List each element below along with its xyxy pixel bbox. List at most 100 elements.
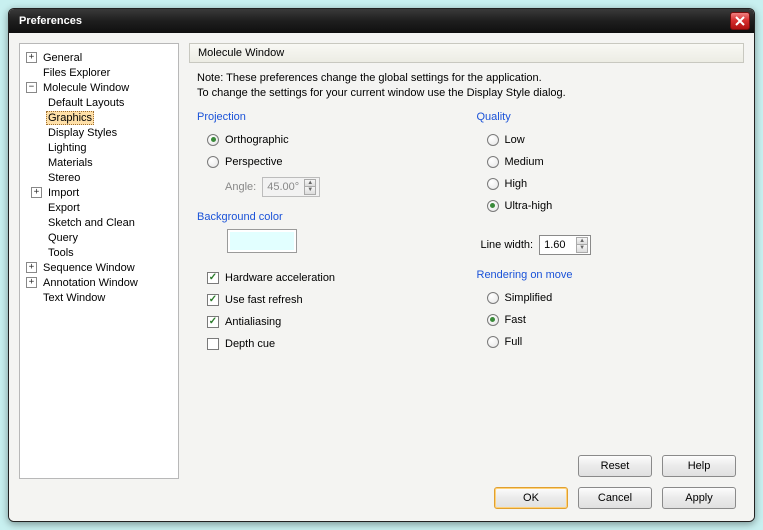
check-label: Depth cue [225,338,275,350]
radio-icon[interactable] [487,178,499,190]
radio-render-full[interactable]: Full [477,331,737,353]
spin-up-icon[interactable]: ▲ [576,237,588,245]
group-linewidth: Line width: 1.60 ▲ ▼ [477,231,737,255]
group-title-render-move: Rendering on move [477,269,737,281]
spin-down-icon: ▼ [304,187,316,195]
main-row: +General Files Explorer −Molecule Window… [9,33,754,479]
radio-icon[interactable] [487,134,499,146]
tree-item-sequence-window[interactable]: +Sequence Window [22,260,176,275]
right-column: Quality Low Medium High [477,111,737,449]
radio-label: Orthographic [225,134,289,146]
radio-icon[interactable] [207,134,219,146]
check-label: Antialiasing [225,316,281,328]
tree-item-molecule-window[interactable]: −Molecule Window [22,80,176,95]
client-area: +General Files Explorer −Molecule Window… [9,33,754,521]
cancel-button[interactable]: Cancel [578,487,652,509]
close-icon [735,16,745,26]
background-color-swatch[interactable] [227,229,297,253]
tree-item-text-window[interactable]: Text Window [22,290,176,305]
group-title-projection: Projection [197,111,457,123]
tree-item-materials[interactable]: Materials [46,155,176,170]
radio-icon[interactable] [207,156,219,168]
check-depth-cue[interactable]: Depth cue [197,333,457,355]
tree-item-lighting[interactable]: Lighting [46,140,176,155]
category-tree[interactable]: +General Files Explorer −Molecule Window… [19,43,179,479]
radio-perspective[interactable]: Perspective [197,151,457,173]
ok-button[interactable]: OK [494,487,568,509]
close-button[interactable] [730,12,750,30]
collapse-icon[interactable]: − [26,82,37,93]
radio-quality-high[interactable]: High [477,173,737,195]
spin-down-icon[interactable]: ▼ [576,245,588,253]
linewidth-input[interactable]: 1.60 ▲ ▼ [539,235,591,255]
left-column: Projection Orthographic Perspective Angl… [197,111,457,449]
expand-icon[interactable]: + [26,262,37,273]
radio-label: Simplified [505,292,553,304]
expand-icon[interactable]: + [26,277,37,288]
radio-label: Ultra-high [505,200,553,212]
radio-orthographic[interactable]: Orthographic [197,129,457,151]
note-line-2: To change the settings for your current … [197,86,736,101]
radio-quality-low[interactable]: Low [477,129,737,151]
checkbox-icon[interactable] [207,272,219,284]
tree-item-annotation-window[interactable]: +Annotation Window [22,275,176,290]
note-line-1: Note: These preferences change the globa… [197,71,736,86]
radio-quality-medium[interactable]: Medium [477,151,737,173]
tree-item-sketch-and-clean[interactable]: Sketch and Clean [46,215,176,230]
check-fast-refresh[interactable]: Use fast refresh [197,289,457,311]
group-checkboxes: Hardware acceleration Use fast refresh A… [197,267,457,355]
tree-item-default-layouts[interactable]: Default Layouts [46,95,176,110]
reset-button[interactable]: Reset [578,455,652,477]
group-title-quality: Quality [477,111,737,123]
check-hardware-acceleration[interactable]: Hardware acceleration [197,267,457,289]
preferences-window: Preferences +General Files Explorer −Mol… [8,8,755,522]
tree-item-stereo[interactable]: Stereo [46,170,176,185]
tree-item-files-explorer[interactable]: Files Explorer [22,65,176,80]
angle-input: 45.00° ▲ ▼ [262,177,320,197]
checkbox-icon[interactable] [207,294,219,306]
check-antialiasing[interactable]: Antialiasing [197,311,457,333]
radio-icon[interactable] [487,156,499,168]
group-quality: Quality Low Medium High [477,111,737,217]
radio-icon[interactable] [487,200,499,212]
radio-icon[interactable] [487,314,499,326]
linewidth-label: Line width: [481,239,534,251]
radio-label: Full [505,336,523,348]
angle-value: 45.00° [267,181,302,193]
radio-icon[interactable] [487,336,499,348]
group-projection: Projection Orthographic Perspective Angl… [197,111,457,197]
checkbox-icon[interactable] [207,316,219,328]
tree-item-general[interactable]: +General [22,50,176,65]
expand-icon[interactable]: + [31,187,42,198]
group-rendering-on-move: Rendering on move Simplified Fast [477,269,737,353]
spin-up-icon: ▲ [304,179,316,187]
apply-button[interactable]: Apply [662,487,736,509]
controls-area: Projection Orthographic Perspective Angl… [189,111,744,449]
linewidth-value: 1.60 [544,239,574,251]
radio-icon[interactable] [487,292,499,304]
titlebar: Preferences [9,9,754,33]
radio-label: Perspective [225,156,282,168]
tree-item-query[interactable]: Query [46,230,176,245]
radio-render-fast[interactable]: Fast [477,309,737,331]
linewidth-spinner[interactable]: ▲ ▼ [576,237,588,253]
tree-item-tools[interactable]: Tools [46,245,176,260]
check-label: Use fast refresh [225,294,303,306]
tree-item-display-styles[interactable]: Display Styles [46,125,176,140]
panel-note: Note: These preferences change the globa… [189,63,744,111]
tree-item-import[interactable]: +Import [46,185,176,200]
tree-item-graphics[interactable]: Graphics [46,110,176,125]
checkbox-icon[interactable] [207,338,219,350]
radio-quality-ultra[interactable]: Ultra-high [477,195,737,217]
reset-help-row: Reset Help [189,449,744,479]
window-title: Preferences [19,15,730,27]
radio-render-simplified[interactable]: Simplified [477,287,737,309]
group-title-background: Background color [197,211,457,223]
radio-label: High [505,178,528,190]
dialog-buttons: OK Cancel Apply [9,479,754,521]
help-button[interactable]: Help [662,455,736,477]
expand-icon[interactable]: + [26,52,37,63]
tree-item-export[interactable]: Export [46,200,176,215]
radio-label: Medium [505,156,544,168]
angle-spinner: ▲ ▼ [304,179,316,195]
